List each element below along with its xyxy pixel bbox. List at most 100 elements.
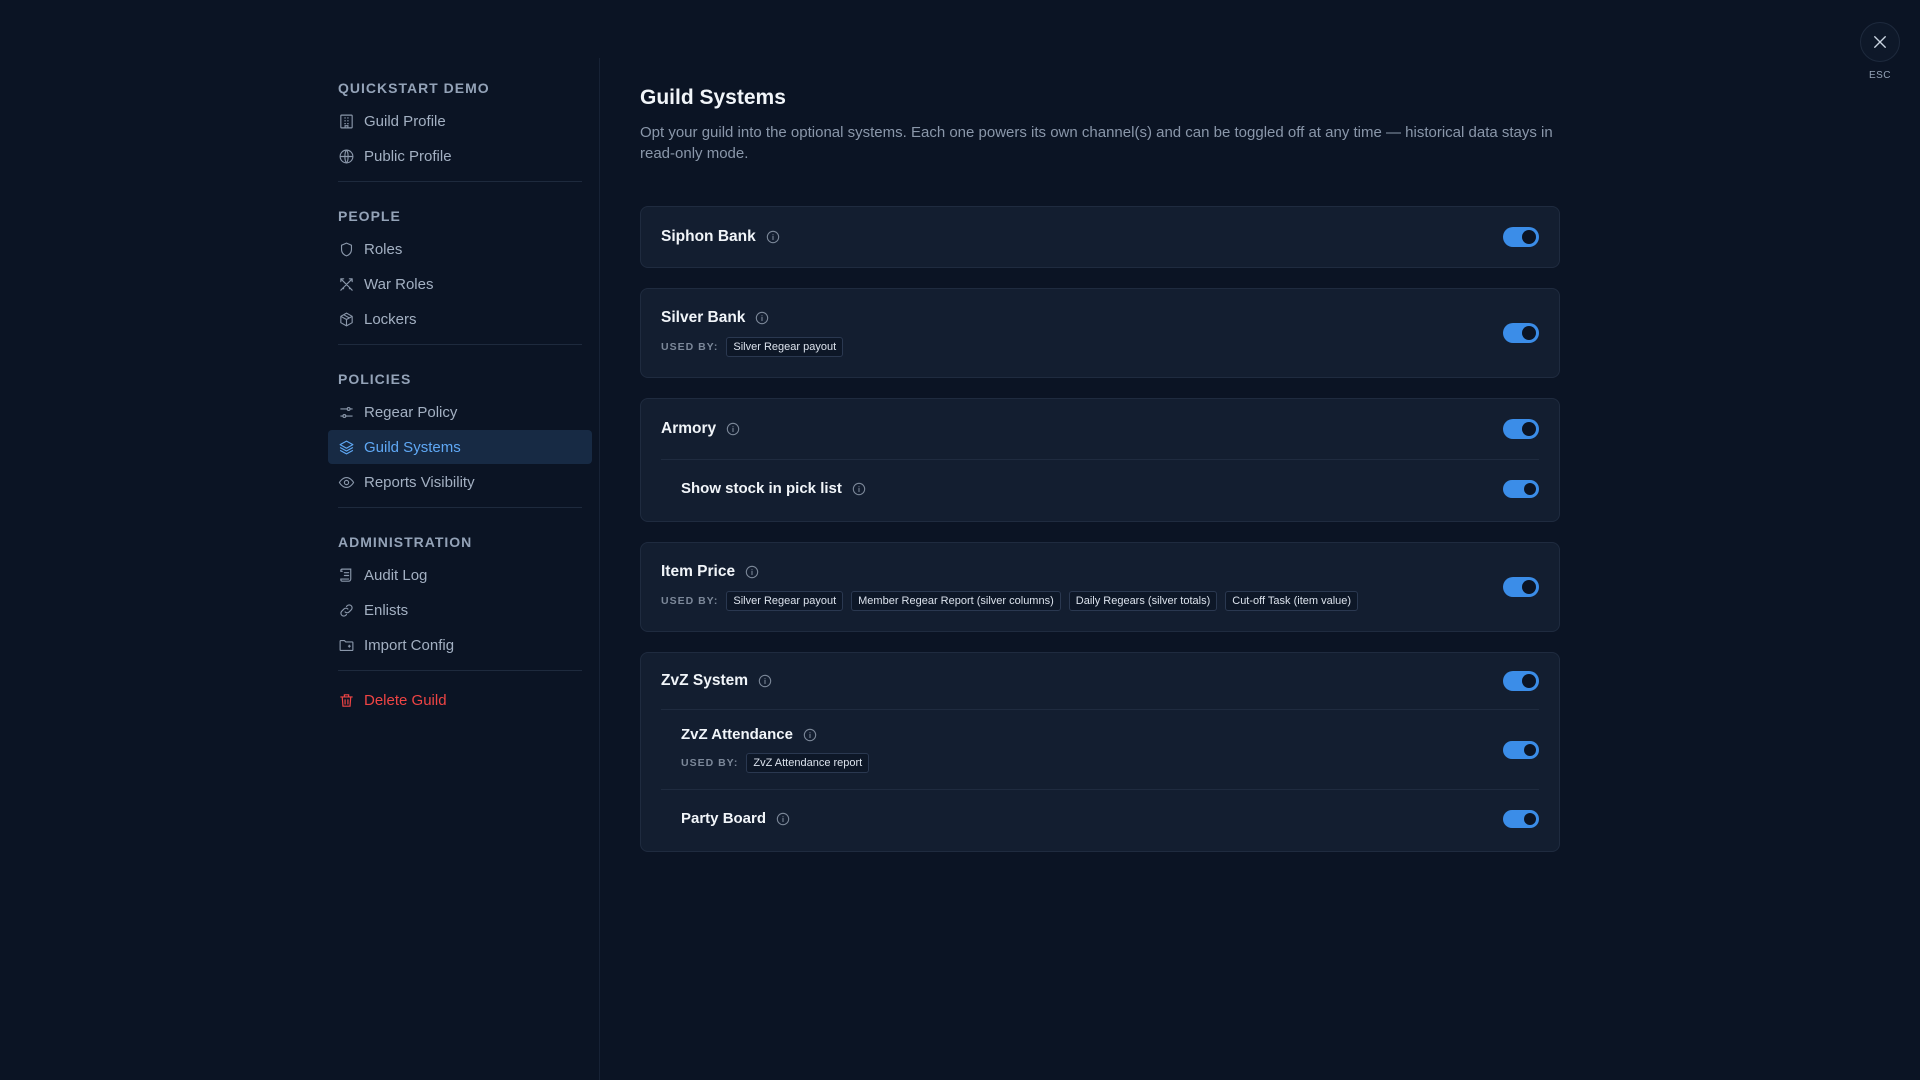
swords-icon xyxy=(340,277,353,291)
sidebar-item-label: Public Profile xyxy=(364,147,452,165)
system-name: Siphon Bank xyxy=(661,228,756,245)
sub-option-row: ZvZ Attendance USED BY: ZvZ Attendance r… xyxy=(661,709,1539,789)
sidebar-item-label: Reports Visibility xyxy=(364,473,475,491)
sidebar-item-label: Guild Systems xyxy=(364,438,461,456)
used-by: USED BY: Silver Regear payout Member Reg… xyxy=(661,591,1359,611)
system-name: Item Price xyxy=(661,563,736,580)
page-description: Opt your guild into the optional systems… xyxy=(640,124,1553,162)
siphon-bank-toggle[interactable] xyxy=(1503,227,1539,247)
sub-option-header: Show stock in pick list xyxy=(681,480,866,497)
sidebar-item-label: Guild Profile xyxy=(364,112,446,130)
system-card-siphon-bank: Siphon Bank xyxy=(640,206,1560,268)
info-icon[interactable] xyxy=(803,728,817,742)
sidebar-item-enlists[interactable]: Enlists xyxy=(328,593,592,627)
system-info: Item Price USED BY: Silver Regear payout… xyxy=(661,563,1359,611)
link-icon xyxy=(340,603,353,617)
used-by-tag: Silver Regear payout xyxy=(726,337,844,357)
sidebar-item-war-roles[interactable]: War Roles xyxy=(328,267,592,301)
page-title: Guild Systems xyxy=(640,86,786,109)
delete-guild-label: Delete Guild xyxy=(364,691,447,709)
system-row: ZvZ System xyxy=(661,653,1539,709)
nav-divider xyxy=(338,181,582,182)
close-icon xyxy=(1874,36,1886,48)
system-name: ZvZ System xyxy=(661,672,749,689)
sidebar-item-label: Enlists xyxy=(364,601,409,619)
sidebar-item-import-config[interactable]: Import Config xyxy=(328,628,592,662)
folder-icon xyxy=(339,639,354,651)
info-icon[interactable] xyxy=(766,230,780,244)
used-by-label: USED BY: xyxy=(681,757,739,769)
sidebar-item-public-profile[interactable]: Public Profile xyxy=(328,139,592,173)
show-stock-toggle[interactable] xyxy=(1503,479,1539,498)
used-by-tag: Silver Regear payout xyxy=(726,591,844,611)
info-icon[interactable] xyxy=(758,674,772,688)
system-name: Armory xyxy=(661,420,717,437)
sidebar-item-label: Roles xyxy=(364,240,403,258)
eye-icon xyxy=(338,476,355,488)
sidebar-item-guild-systems[interactable]: Guild Systems xyxy=(328,430,592,464)
system-row: Silver Bank USED BY: Silver Regear payou… xyxy=(661,289,1539,377)
sub-option-name: Show stock in pick list xyxy=(681,480,842,497)
sidebar-item-label: Regear Policy xyxy=(364,403,458,421)
system-card-armory: Armory Show stock in pick list xyxy=(640,398,1560,522)
shield-icon xyxy=(340,242,353,256)
sidebar-item-guild-profile[interactable]: Guild Profile xyxy=(328,104,592,138)
box-icon xyxy=(340,312,353,326)
close-button[interactable] xyxy=(1860,22,1900,62)
section-title-policies: POLICIES xyxy=(338,371,412,387)
scroll-icon xyxy=(340,568,352,582)
settings-sidebar: QUICKSTART DEMO Guild Profile Public Pro… xyxy=(328,60,592,718)
sub-option-name: ZvZ Attendance xyxy=(681,726,793,743)
section-title-quickstart: QUICKSTART DEMO xyxy=(338,80,490,96)
item-price-toggle[interactable] xyxy=(1503,577,1539,597)
system-header: Armory xyxy=(661,420,740,438)
party-board-toggle[interactable] xyxy=(1503,809,1539,828)
used-by: USED BY: Silver Regear payout xyxy=(661,337,844,357)
info-icon[interactable] xyxy=(726,422,740,436)
nav-divider xyxy=(338,670,582,671)
systems-list: Siphon Bank Silver Bank USED BY: Silver … xyxy=(640,206,1560,852)
used-by-tag: Member Regear Report (silver columns) xyxy=(851,591,1061,611)
sub-option-row: Party Board xyxy=(661,789,1539,851)
system-card-item-price: Item Price USED BY: Silver Regear payout… xyxy=(640,542,1560,632)
globe-icon xyxy=(339,149,354,163)
delete-guild-button[interactable]: Delete Guild xyxy=(328,683,592,717)
close-control: ESC xyxy=(1860,22,1900,81)
sidebar-item-label: Import Config xyxy=(364,636,455,654)
sidebar-item-audit-log[interactable]: Audit Log xyxy=(328,558,592,592)
sidebar-item-lockers[interactable]: Lockers xyxy=(328,302,592,336)
sub-option-row: Show stock in pick list xyxy=(661,459,1539,521)
sidebar-item-roles[interactable]: Roles xyxy=(328,232,592,266)
sidebar-divider xyxy=(599,58,600,1080)
used-by-tag: ZvZ Attendance report xyxy=(746,753,870,773)
system-header: Siphon Bank xyxy=(661,228,780,246)
system-row: Item Price USED BY: Silver Regear payout… xyxy=(661,543,1539,631)
system-header: Item Price xyxy=(661,563,1358,581)
info-icon[interactable] xyxy=(852,482,866,496)
sub-option-info: ZvZ Attendance USED BY: ZvZ Attendance r… xyxy=(681,726,870,773)
section-title-administration: ADMINISTRATION xyxy=(338,534,473,550)
zvz-attendance-toggle[interactable] xyxy=(1503,740,1539,759)
sub-option-header: ZvZ Attendance xyxy=(681,726,869,743)
used-by-tag: Daily Regears (silver totals) xyxy=(1068,591,1218,611)
system-card-zvz-system: ZvZ System ZvZ Attendance USED BY: ZvZ A… xyxy=(640,652,1560,852)
zvz-system-toggle[interactable] xyxy=(1503,671,1539,691)
info-icon[interactable] xyxy=(776,812,790,826)
nav-divider xyxy=(338,507,582,508)
nav-divider xyxy=(338,344,582,345)
system-card-silver-bank: Silver Bank USED BY: Silver Regear payou… xyxy=(640,288,1560,378)
section-title-people: PEOPLE xyxy=(338,208,401,224)
sliders-icon xyxy=(340,406,353,418)
sidebar-item-reports-visibility[interactable]: Reports Visibility xyxy=(328,465,592,499)
sub-option-name: Party Board xyxy=(681,810,767,827)
sub-option-header: Party Board xyxy=(681,810,790,827)
armory-toggle[interactable] xyxy=(1503,419,1539,439)
silver-bank-toggle[interactable] xyxy=(1503,323,1539,343)
sidebar-item-regear-policy[interactable]: Regear Policy xyxy=(328,395,592,429)
info-icon[interactable] xyxy=(745,565,759,579)
used-by-tag: Cut-off Task (item value) xyxy=(1225,591,1359,611)
info-icon[interactable] xyxy=(755,311,769,325)
system-row: Armory xyxy=(661,399,1539,459)
sidebar-item-label: Audit Log xyxy=(364,566,428,584)
trash-icon xyxy=(340,693,353,707)
